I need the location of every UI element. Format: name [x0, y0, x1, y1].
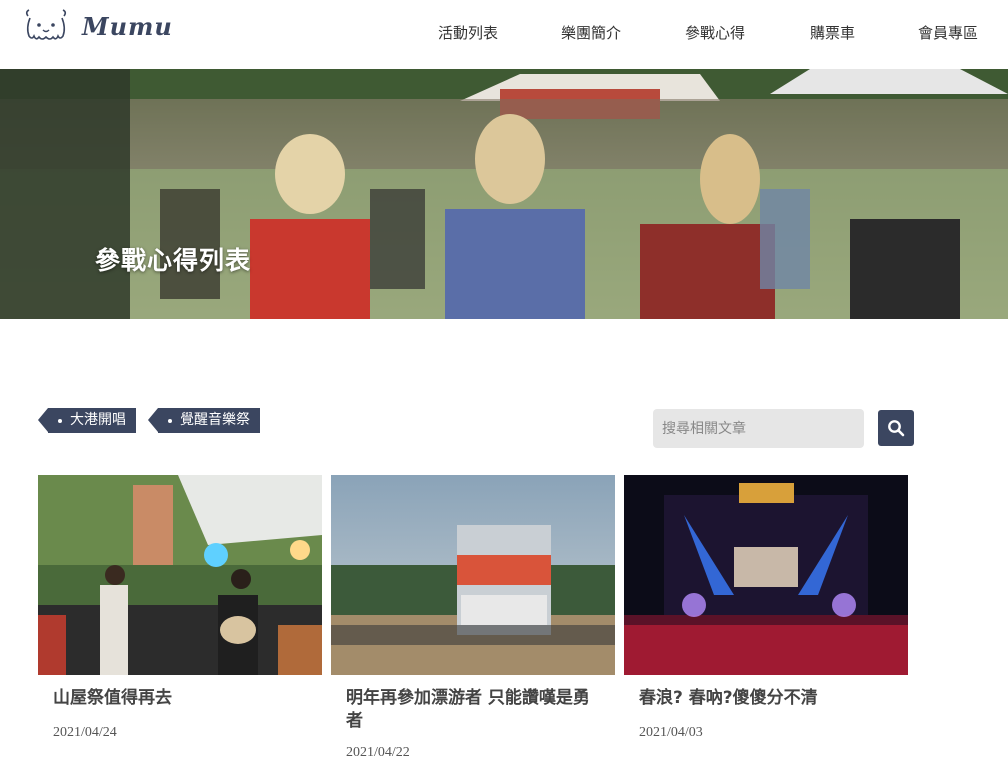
tag-dot-icon — [168, 419, 172, 423]
article-image — [624, 475, 908, 675]
article-image — [38, 475, 322, 675]
tag-label: 覺醒音樂祭 — [180, 412, 250, 428]
search-button[interactable] — [878, 410, 914, 446]
nav-item-reviews[interactable]: 參戰心得 — [685, 22, 745, 43]
logo[interactable]: Mumu — [22, 8, 173, 44]
nav-item-bands[interactable]: 樂團簡介 — [561, 22, 621, 43]
article-date: 2021/04/22 — [346, 745, 410, 760]
article-title[interactable]: 春浪? 春吶?傻傻分不清 — [639, 687, 894, 710]
page-title: 參戰心得列表 — [95, 246, 252, 275]
ghost-face-logo-icon — [25, 9, 67, 40]
article-title[interactable]: 明年再參加漂游者 只能讚嘆是勇者 — [346, 687, 601, 733]
site-header: Mumu 活動列表 樂團簡介 參戰心得 購票車 會員專區 — [0, 0, 1008, 69]
hero-festival-image — [0, 69, 1008, 319]
article-date: 2021/04/24 — [53, 725, 117, 740]
nav-item-member[interactable]: 會員專區 — [918, 22, 978, 43]
tag-dot-icon — [58, 419, 62, 423]
hero-banner: 參戰心得列表 — [0, 69, 1008, 319]
search-icon — [888, 420, 905, 437]
tag-awakening[interactable]: 覺醒音樂祭 — [148, 408, 260, 433]
brand-name: Mumu — [82, 11, 173, 41]
article-title[interactable]: 山屋祭值得再去 — [53, 687, 308, 710]
tag-label: 大港開唱 — [70, 412, 126, 428]
nav-item-events[interactable]: 活動列表 — [438, 22, 498, 43]
search-input[interactable] — [653, 409, 864, 448]
article-image — [331, 475, 615, 675]
article-date: 2021/04/03 — [639, 725, 703, 740]
tag-dagang[interactable]: 大港開唱 — [38, 408, 136, 433]
nav-item-cart[interactable]: 購票車 — [810, 22, 855, 43]
